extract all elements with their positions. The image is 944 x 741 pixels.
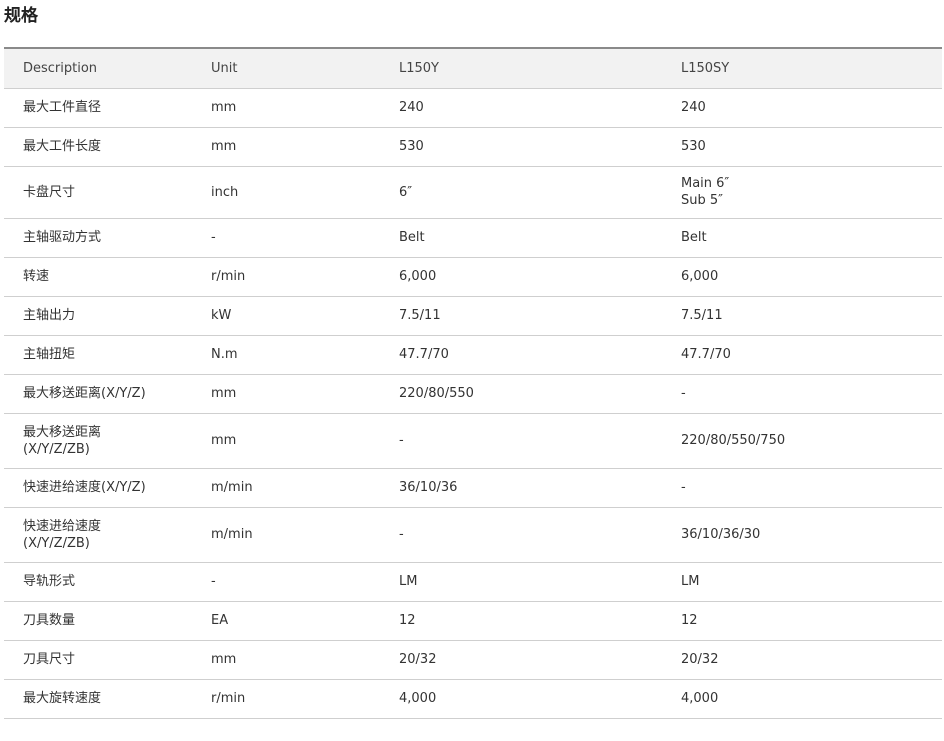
row-description: 最大移送距离(X/Y/Z) [4, 374, 192, 414]
table-row: 刀具数量 EA 12 12 [4, 601, 942, 641]
row-l150y-value: 47.7/70 [380, 335, 662, 375]
table-row: 转速 r/min 6,000 6,000 [4, 257, 942, 297]
row-unit: mm [192, 88, 380, 128]
row-description-line1: 最大移送距离 [23, 424, 102, 440]
row-l150y-value: 240 [380, 88, 662, 128]
row-l150sy-value: Main 6″ Sub 5″ [662, 166, 942, 219]
row-unit: mm [192, 374, 380, 414]
row-unit: - [192, 218, 380, 258]
row-l150y-value: 4,000 [380, 679, 662, 719]
row-l150sy-value: LM [662, 562, 942, 602]
row-description: 快速进给速度 (X/Y/Z/ZB) [4, 507, 192, 563]
table-row: 导轨形式 - LM LM [4, 562, 942, 602]
header-unit: Unit [192, 48, 380, 89]
table-row: 最大旋转速度 r/min 4,000 4,000 [4, 679, 942, 719]
row-unit: mm [192, 413, 380, 469]
row-l150y-value: 7.5/11 [380, 296, 662, 336]
row-description: 最大旋转速度 [4, 679, 192, 719]
row-description: 刀具数量 [4, 601, 192, 641]
row-unit: r/min [192, 257, 380, 297]
row-l150sy-value: - [662, 374, 942, 414]
spec-table: Description Unit L150Y L150SY 最大工件直径 mm … [4, 47, 942, 719]
row-unit: mm [192, 127, 380, 167]
row-l150y-value: 36/10/36 [380, 468, 662, 508]
row-l150sy-value: 6,000 [662, 257, 942, 297]
header-l150y: L150Y [380, 48, 662, 89]
row-l150y-value: 12 [380, 601, 662, 641]
row-l150sy-value: - [662, 468, 942, 508]
row-description: 转速 [4, 257, 192, 297]
row-description-line2: (X/Y/Z/ZB) [23, 535, 90, 551]
row-unit: mm [192, 640, 380, 680]
table-row: 主轴扭矩 N.m 47.7/70 47.7/70 [4, 335, 942, 375]
row-l150sy-value: 20/32 [662, 640, 942, 680]
header-l150sy: L150SY [662, 48, 942, 89]
row-description: 主轴扭矩 [4, 335, 192, 375]
row-unit: EA [192, 601, 380, 641]
row-l150sy-value: 4,000 [662, 679, 942, 719]
row-l150sy-value: 530 [662, 127, 942, 167]
row-l150y-value: - [380, 507, 662, 563]
row-l150sy-value: 220/80/550/750 [662, 413, 942, 469]
row-l150y-value: LM [380, 562, 662, 602]
row-description: 最大移送距离 (X/Y/Z/ZB) [4, 413, 192, 469]
row-l150y-value: 530 [380, 127, 662, 167]
header-description: Description [4, 48, 192, 89]
row-l150sy-line1: Main 6″ [681, 176, 730, 191]
row-l150y-value: 20/32 [380, 640, 662, 680]
row-l150y-value: Belt [380, 218, 662, 258]
row-description-line1: 快速进给速度 [23, 518, 102, 534]
table-row: 刀具尺寸 mm 20/32 20/32 [4, 640, 942, 680]
row-unit: m/min [192, 507, 380, 563]
table-row: 最大移送距离(X/Y/Z) mm 220/80/550 - [4, 374, 942, 414]
row-description: 主轴出力 [4, 296, 192, 336]
row-l150y-value: 220/80/550 [380, 374, 662, 414]
row-description: 主轴驱动方式 [4, 218, 192, 258]
row-description: 最大工件直径 [4, 88, 192, 128]
row-unit: - [192, 562, 380, 602]
table-row: 最大工件直径 mm 240 240 [4, 88, 942, 128]
table-row: 最大移送距离 (X/Y/Z/ZB) mm - 220/80/550/750 [4, 413, 942, 469]
row-l150sy-value: Belt [662, 218, 942, 258]
row-l150sy-value: 36/10/36/30 [662, 507, 942, 563]
row-unit: kW [192, 296, 380, 336]
table-row: 卡盘尺寸 inch 6″ Main 6″ Sub 5″ [4, 166, 942, 219]
table-row: 最大工件长度 mm 530 530 [4, 127, 942, 167]
row-l150sy-value: 240 [662, 88, 942, 128]
row-unit: N.m [192, 335, 380, 375]
row-description-line2: (X/Y/Z/ZB) [23, 441, 90, 457]
row-l150y-value: - [380, 413, 662, 469]
row-l150sy-value: 47.7/70 [662, 335, 942, 375]
table-row: 快速进给速度(X/Y/Z) m/min 36/10/36 - [4, 468, 942, 508]
row-l150y-value: 6″ [380, 166, 662, 219]
table-row: 主轴出力 kW 7.5/11 7.5/11 [4, 296, 942, 336]
table-row: 快速进给速度 (X/Y/Z/ZB) m/min - 36/10/36/30 [4, 507, 942, 563]
row-description: 快速进给速度(X/Y/Z) [4, 468, 192, 508]
row-l150sy-value: 12 [662, 601, 942, 641]
table-header-row: Description Unit L150Y L150SY [4, 48, 942, 89]
row-unit: m/min [192, 468, 380, 508]
row-description: 最大工件长度 [4, 127, 192, 167]
row-unit: r/min [192, 679, 380, 719]
row-description: 卡盘尺寸 [4, 166, 192, 219]
page-title: 规格 [4, 6, 38, 26]
row-l150sy-value: 7.5/11 [662, 296, 942, 336]
row-description: 导轨形式 [4, 562, 192, 602]
row-description: 刀具尺寸 [4, 640, 192, 680]
table-row: 主轴驱动方式 - Belt Belt [4, 218, 942, 258]
row-unit: inch [192, 166, 380, 219]
row-l150y-value: 6,000 [380, 257, 662, 297]
row-l150sy-line2: Sub 5″ [681, 193, 724, 208]
